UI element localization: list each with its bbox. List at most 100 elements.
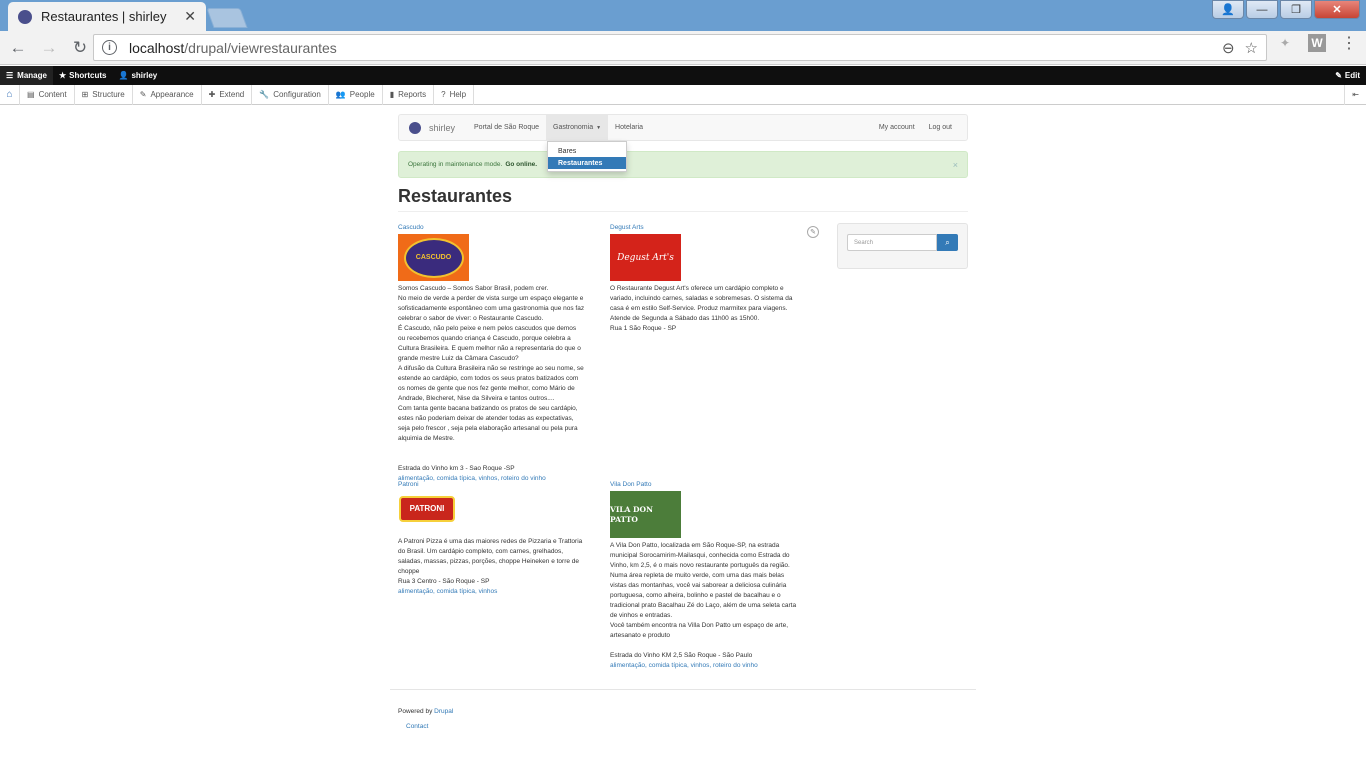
tray-label: People: [349, 90, 375, 99]
restaurant-name-link[interactable]: Cascudo: [398, 223, 610, 233]
body-line: Você também encontra na Villa Don Patto …: [610, 622, 789, 629]
home-icon[interactable]: ⌂: [0, 84, 20, 105]
extension-w-icon[interactable]: W: [1308, 34, 1326, 52]
admin-edit-label: Edit: [1344, 71, 1360, 80]
body-line: Com tanta gente bacana batizando os prat…: [398, 405, 578, 412]
body-line: portuguesa, como alheira, bolinho e past…: [610, 592, 781, 599]
edit-pencil-icon[interactable]: ✎: [807, 226, 819, 238]
body-line: Numa área repleta de muito verde, com um…: [610, 572, 785, 579]
bar-chart-icon: ▮: [389, 90, 395, 99]
tray-label: Structure: [92, 90, 125, 99]
pencil-icon: ✎: [1335, 71, 1342, 80]
site-brand[interactable]: shirley: [429, 123, 455, 133]
tray-label: Content: [38, 90, 67, 99]
nav-hotelaria[interactable]: Hotelaria: [608, 115, 650, 140]
tray-item-appearance[interactable]: ✎ Appearance: [133, 84, 202, 105]
body-line: Estrada do Vinho KM 2,5 São Roque - São …: [610, 652, 753, 659]
forward-icon[interactable]: →: [36, 35, 62, 61]
tray-item-content[interactable]: ▤ Content: [20, 84, 75, 105]
admin-toolbar: ☰ Manage ★ Shortcuts 👤 shirley ✎ Edit: [0, 66, 1366, 85]
site-navbar: shirley Portal de São Roque Gastronomia ▼…: [398, 114, 968, 141]
footer-powered-by: Powered by Drupal: [398, 708, 453, 715]
nav-gastronomia[interactable]: Gastronomia ▼: [546, 115, 609, 140]
go-online-link[interactable]: Go online.: [505, 161, 537, 168]
restaurant-logo-image[interactable]: Degust Art's: [610, 234, 681, 281]
tray-item-configuration[interactable]: 🔧 Configuration: [252, 84, 329, 105]
logo-text: CASCUDO: [403, 237, 464, 278]
zoom-icon[interactable]: ⊖: [1222, 39, 1235, 57]
body-line: seja pelo frescor , seja pela elaboração…: [398, 425, 578, 432]
restaurant-logo-image[interactable]: CASCUDO: [398, 234, 469, 281]
search-input[interactable]: Search: [847, 234, 937, 251]
body-line: Estrada do Vinho km 3 - Sao Roque -SP: [398, 465, 515, 472]
user-profile-icon[interactable]: 👤: [1212, 0, 1244, 19]
tray-label: Configuration: [273, 90, 321, 99]
admin-manage[interactable]: ☰ Manage: [0, 66, 53, 85]
nav-log-out[interactable]: Log out: [922, 115, 959, 140]
tray-item-people[interactable]: 👥 People: [329, 84, 383, 105]
body-line: artesanato e produto: [610, 632, 670, 639]
body-line: A difusão da Cultura Brasileira não se r…: [398, 365, 584, 372]
restaurant-name-link[interactable]: Patroni: [398, 480, 610, 490]
new-tab-button[interactable]: [206, 8, 248, 28]
tray-orientation-icon[interactable]: ⇤: [1344, 84, 1366, 105]
browser-menu-icon[interactable]: ⋮: [1340, 34, 1358, 52]
restaurant-tags[interactable]: alimentação, comida típica, vinhos: [398, 587, 610, 597]
body-line: A Vila Don Patto, localizada em São Roqu…: [610, 542, 780, 549]
body-line: choppe: [398, 568, 420, 575]
alert-close-icon[interactable]: ×: [953, 160, 958, 170]
body-line: saladas, massas, pizzas, porções, choppe…: [398, 558, 580, 565]
site-logo-icon[interactable]: [409, 121, 421, 134]
body-line: É Cascudo, não pelo peixe e nem pelos ca…: [398, 325, 577, 332]
drupal-link[interactable]: Drupal: [434, 708, 453, 715]
maximize-button[interactable]: ❐: [1280, 0, 1312, 19]
admin-edit[interactable]: ✎ Edit: [1329, 66, 1366, 85]
tray-item-structure[interactable]: ⊞ Structure: [75, 84, 133, 105]
nav-portal[interactable]: Portal de São Roque: [467, 115, 546, 140]
url-host: localhost: [129, 39, 185, 56]
contact-link[interactable]: Contact: [406, 723, 428, 730]
tray-label: Extend: [219, 90, 245, 99]
tray-item-extend[interactable]: ✚ Extend: [202, 84, 253, 105]
structure-icon: ⊞: [81, 90, 89, 99]
admin-user[interactable]: 👤 shirley: [112, 66, 163, 85]
reload-icon[interactable]: ↻: [67, 35, 93, 61]
dropdown-item-restaurantes[interactable]: Restaurantes: [548, 157, 626, 169]
admin-shortcuts[interactable]: ★ Shortcuts: [53, 66, 113, 85]
body-line: variado, incluindo carnes, saladas e sob…: [610, 295, 793, 302]
body-line: tradicional prato Bacalhau Zé do Laço, a…: [610, 602, 797, 609]
restaurant-body: A Patroni Pizza é uma das maiores redes …: [398, 537, 610, 587]
browser-tab[interactable]: Restaurantes | shirley ✕: [8, 2, 206, 31]
restaurant-name-link[interactable]: Degust Arts: [610, 223, 822, 233]
restaurant-logo-image[interactable]: VILA DON PATTO: [610, 491, 681, 538]
info-icon[interactable]: i: [102, 40, 117, 55]
body-line: casa é em estilo Self-Service. Produz ma…: [610, 305, 788, 312]
window-controls: 👤 — ❐ ✕: [1212, 0, 1360, 19]
bookmark-star-icon[interactable]: ☆: [1245, 39, 1258, 57]
divider: [398, 211, 968, 212]
close-window-button[interactable]: ✕: [1314, 0, 1360, 19]
restaurant-entry: Patroni PATRONI A Patroni Pizza é uma da…: [398, 480, 610, 597]
nav-my-account[interactable]: My account: [872, 115, 922, 140]
tray-item-help[interactable]: ? Help: [434, 84, 475, 105]
tray-item-reports[interactable]: ▮ Reports: [383, 84, 435, 105]
restaurant-logo-image[interactable]: PATRONI: [398, 495, 456, 523]
restaurant-name-link[interactable]: Vila Don Patto: [610, 480, 822, 490]
user-icon: 👤: [118, 71, 129, 80]
extension-icon[interactable]: ✦: [1276, 34, 1294, 52]
restaurant-tags[interactable]: alimentação, comida típica, vinhos, rote…: [610, 661, 822, 671]
minimize-button[interactable]: —: [1246, 0, 1278, 19]
dropdown-item-bares[interactable]: Bares: [548, 145, 626, 157]
search-button-icon[interactable]: ⌕: [937, 234, 958, 251]
browser-titlebar: Restaurantes | shirley ✕ 👤 — ❐ ✕: [0, 0, 1366, 31]
body-line: do Brasil. Um cardápio completo, com car…: [398, 548, 564, 555]
admin-shortcuts-label: Shortcuts: [69, 71, 107, 80]
drupal-favicon-icon: [18, 9, 32, 24]
tray-label: Help: [449, 90, 467, 99]
admin-user-label: shirley: [131, 71, 158, 80]
body-line: O Restaurante Degust Art's oferece um ca…: [610, 285, 784, 292]
back-icon[interactable]: ←: [5, 35, 31, 61]
gastronomia-dropdown: Bares Restaurantes: [547, 141, 627, 172]
address-bar[interactable]: i localhost/drupal/viewrestaurantes ⊖ ☆: [93, 34, 1267, 61]
tab-close-icon[interactable]: ✕: [184, 8, 196, 25]
